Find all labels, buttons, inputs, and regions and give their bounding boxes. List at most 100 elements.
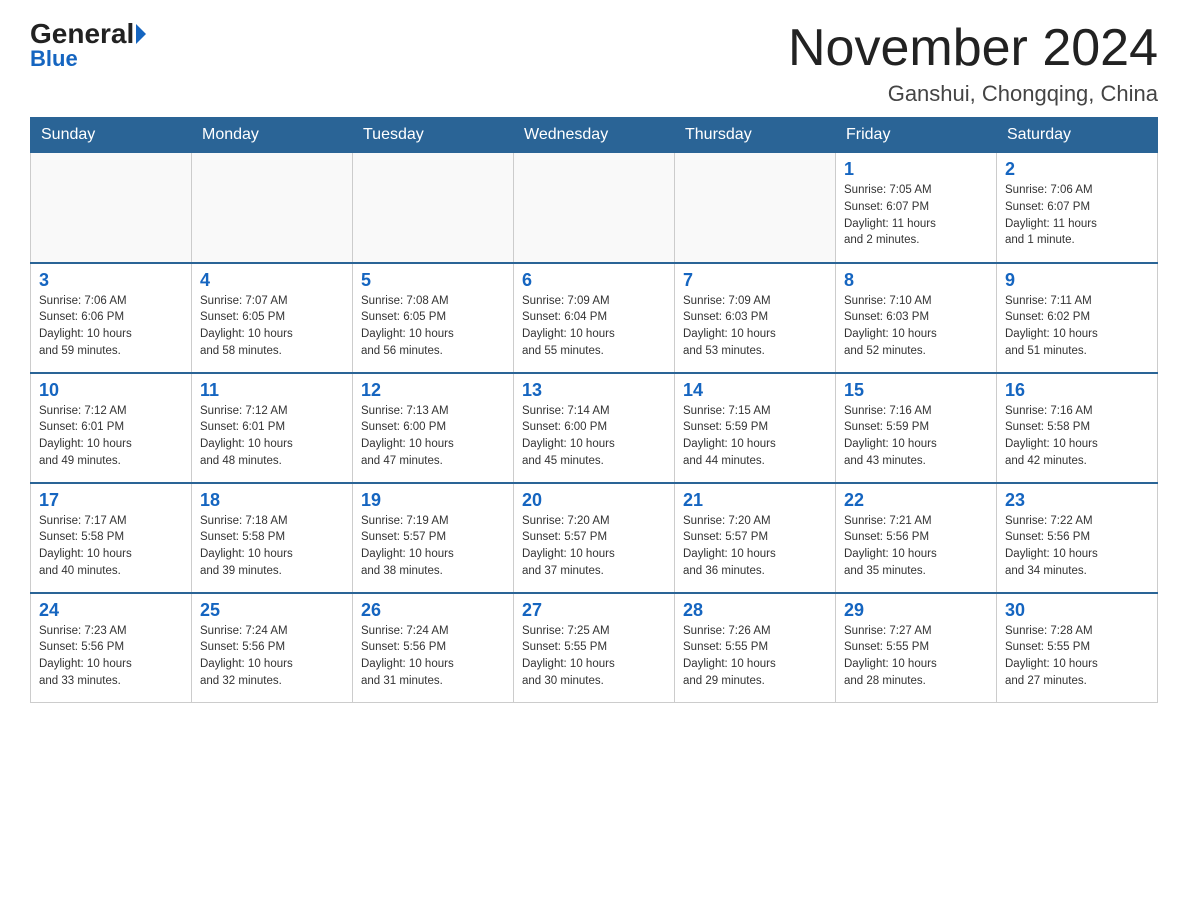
day-number: 4 [200, 270, 344, 291]
day-info: Sunrise: 7:21 AM Sunset: 5:56 PM Dayligh… [844, 513, 988, 580]
day-number: 6 [522, 270, 666, 291]
calendar-cell: 10Sunrise: 7:12 AM Sunset: 6:01 PM Dayli… [31, 373, 192, 483]
day-number: 20 [522, 490, 666, 511]
calendar-cell: 15Sunrise: 7:16 AM Sunset: 5:59 PM Dayli… [836, 373, 997, 483]
day-number: 7 [683, 270, 827, 291]
header-friday: Friday [836, 118, 997, 153]
header-thursday: Thursday [675, 118, 836, 153]
day-number: 12 [361, 380, 505, 401]
week-row-4: 17Sunrise: 7:17 AM Sunset: 5:58 PM Dayli… [31, 483, 1158, 593]
day-info: Sunrise: 7:22 AM Sunset: 5:56 PM Dayligh… [1005, 513, 1149, 580]
day-number: 17 [39, 490, 183, 511]
day-info: Sunrise: 7:18 AM Sunset: 5:58 PM Dayligh… [200, 513, 344, 580]
day-info: Sunrise: 7:08 AM Sunset: 6:05 PM Dayligh… [361, 293, 505, 360]
day-info: Sunrise: 7:23 AM Sunset: 5:56 PM Dayligh… [39, 623, 183, 690]
header-monday: Monday [192, 118, 353, 153]
calendar-cell: 29Sunrise: 7:27 AM Sunset: 5:55 PM Dayli… [836, 593, 997, 703]
day-number: 10 [39, 380, 183, 401]
day-info: Sunrise: 7:28 AM Sunset: 5:55 PM Dayligh… [1005, 623, 1149, 690]
day-number: 28 [683, 600, 827, 621]
day-info: Sunrise: 7:14 AM Sunset: 6:00 PM Dayligh… [522, 403, 666, 470]
day-info: Sunrise: 7:09 AM Sunset: 6:04 PM Dayligh… [522, 293, 666, 360]
calendar-cell: 8Sunrise: 7:10 AM Sunset: 6:03 PM Daylig… [836, 263, 997, 373]
calendar-cell: 17Sunrise: 7:17 AM Sunset: 5:58 PM Dayli… [31, 483, 192, 593]
header-tuesday: Tuesday [353, 118, 514, 153]
day-info: Sunrise: 7:15 AM Sunset: 5:59 PM Dayligh… [683, 403, 827, 470]
day-number: 21 [683, 490, 827, 511]
day-info: Sunrise: 7:12 AM Sunset: 6:01 PM Dayligh… [200, 403, 344, 470]
day-number: 22 [844, 490, 988, 511]
day-number: 1 [844, 159, 988, 180]
calendar-cell: 28Sunrise: 7:26 AM Sunset: 5:55 PM Dayli… [675, 593, 836, 703]
day-info: Sunrise: 7:24 AM Sunset: 5:56 PM Dayligh… [200, 623, 344, 690]
calendar-title-area: November 2024 Ganshui, Chongqing, China [788, 20, 1158, 107]
calendar-cell: 25Sunrise: 7:24 AM Sunset: 5:56 PM Dayli… [192, 593, 353, 703]
day-number: 25 [200, 600, 344, 621]
week-row-1: 1Sunrise: 7:05 AM Sunset: 6:07 PM Daylig… [31, 153, 1158, 263]
week-row-5: 24Sunrise: 7:23 AM Sunset: 5:56 PM Dayli… [31, 593, 1158, 703]
calendar-cell [353, 153, 514, 263]
weekday-header-row: Sunday Monday Tuesday Wednesday Thursday… [31, 118, 1158, 153]
logo: General Blue [30, 20, 148, 72]
calendar-cell [514, 153, 675, 263]
day-number: 5 [361, 270, 505, 291]
day-info: Sunrise: 7:06 AM Sunset: 6:06 PM Dayligh… [39, 293, 183, 360]
day-number: 11 [200, 380, 344, 401]
day-info: Sunrise: 7:07 AM Sunset: 6:05 PM Dayligh… [200, 293, 344, 360]
calendar-cell: 13Sunrise: 7:14 AM Sunset: 6:00 PM Dayli… [514, 373, 675, 483]
calendar-cell: 2Sunrise: 7:06 AM Sunset: 6:07 PM Daylig… [997, 153, 1158, 263]
day-info: Sunrise: 7:17 AM Sunset: 5:58 PM Dayligh… [39, 513, 183, 580]
calendar-cell: 9Sunrise: 7:11 AM Sunset: 6:02 PM Daylig… [997, 263, 1158, 373]
day-info: Sunrise: 7:11 AM Sunset: 6:02 PM Dayligh… [1005, 293, 1149, 360]
calendar-cell: 22Sunrise: 7:21 AM Sunset: 5:56 PM Dayli… [836, 483, 997, 593]
logo-general: General [30, 20, 134, 48]
day-number: 8 [844, 270, 988, 291]
calendar-cell [675, 153, 836, 263]
logo-text: General [30, 20, 148, 48]
day-info: Sunrise: 7:12 AM Sunset: 6:01 PM Dayligh… [39, 403, 183, 470]
day-info: Sunrise: 7:13 AM Sunset: 6:00 PM Dayligh… [361, 403, 505, 470]
calendar-cell: 18Sunrise: 7:18 AM Sunset: 5:58 PM Dayli… [192, 483, 353, 593]
calendar-cell: 19Sunrise: 7:19 AM Sunset: 5:57 PM Dayli… [353, 483, 514, 593]
calendar-cell: 30Sunrise: 7:28 AM Sunset: 5:55 PM Dayli… [997, 593, 1158, 703]
calendar-cell: 20Sunrise: 7:20 AM Sunset: 5:57 PM Dayli… [514, 483, 675, 593]
day-number: 14 [683, 380, 827, 401]
day-number: 19 [361, 490, 505, 511]
header-sunday: Sunday [31, 118, 192, 153]
logo-triangle-icon [136, 24, 146, 44]
calendar-cell: 12Sunrise: 7:13 AM Sunset: 6:00 PM Dayli… [353, 373, 514, 483]
calendar-cell: 27Sunrise: 7:25 AM Sunset: 5:55 PM Dayli… [514, 593, 675, 703]
calendar-cell: 5Sunrise: 7:08 AM Sunset: 6:05 PM Daylig… [353, 263, 514, 373]
day-number: 16 [1005, 380, 1149, 401]
week-row-2: 3Sunrise: 7:06 AM Sunset: 6:06 PM Daylig… [31, 263, 1158, 373]
calendar-month-title: November 2024 [788, 20, 1158, 77]
calendar-cell: 6Sunrise: 7:09 AM Sunset: 6:04 PM Daylig… [514, 263, 675, 373]
day-number: 15 [844, 380, 988, 401]
calendar-cell: 7Sunrise: 7:09 AM Sunset: 6:03 PM Daylig… [675, 263, 836, 373]
day-info: Sunrise: 7:24 AM Sunset: 5:56 PM Dayligh… [361, 623, 505, 690]
day-number: 2 [1005, 159, 1149, 180]
calendar-cell: 4Sunrise: 7:07 AM Sunset: 6:05 PM Daylig… [192, 263, 353, 373]
day-number: 27 [522, 600, 666, 621]
calendar-cell: 23Sunrise: 7:22 AM Sunset: 5:56 PM Dayli… [997, 483, 1158, 593]
calendar-cell [192, 153, 353, 263]
day-info: Sunrise: 7:27 AM Sunset: 5:55 PM Dayligh… [844, 623, 988, 690]
calendar-cell: 24Sunrise: 7:23 AM Sunset: 5:56 PM Dayli… [31, 593, 192, 703]
header-saturday: Saturday [997, 118, 1158, 153]
day-info: Sunrise: 7:05 AM Sunset: 6:07 PM Dayligh… [844, 182, 988, 249]
day-info: Sunrise: 7:19 AM Sunset: 5:57 PM Dayligh… [361, 513, 505, 580]
day-info: Sunrise: 7:26 AM Sunset: 5:55 PM Dayligh… [683, 623, 827, 690]
day-info: Sunrise: 7:25 AM Sunset: 5:55 PM Dayligh… [522, 623, 666, 690]
calendar-cell [31, 153, 192, 263]
calendar-cell: 26Sunrise: 7:24 AM Sunset: 5:56 PM Dayli… [353, 593, 514, 703]
header-wednesday: Wednesday [514, 118, 675, 153]
day-info: Sunrise: 7:10 AM Sunset: 6:03 PM Dayligh… [844, 293, 988, 360]
day-number: 24 [39, 600, 183, 621]
day-number: 13 [522, 380, 666, 401]
day-info: Sunrise: 7:16 AM Sunset: 5:59 PM Dayligh… [844, 403, 988, 470]
day-number: 18 [200, 490, 344, 511]
day-number: 3 [39, 270, 183, 291]
calendar-cell: 14Sunrise: 7:15 AM Sunset: 5:59 PM Dayli… [675, 373, 836, 483]
day-number: 23 [1005, 490, 1149, 511]
day-info: Sunrise: 7:16 AM Sunset: 5:58 PM Dayligh… [1005, 403, 1149, 470]
